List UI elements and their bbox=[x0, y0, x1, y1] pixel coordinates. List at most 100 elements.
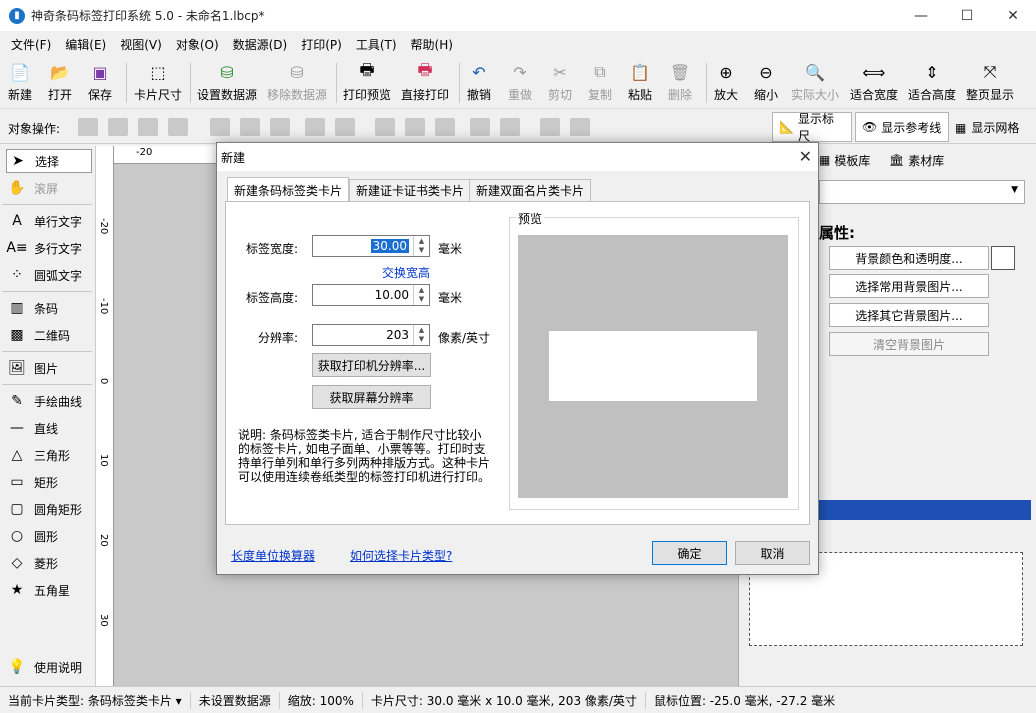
tool-image[interactable]: 🖼 图片 bbox=[6, 356, 92, 380]
tool-triangle[interactable]: △ 三角形 bbox=[6, 443, 92, 467]
tool-freehand[interactable]: ✎ 手绘曲线 bbox=[6, 389, 92, 413]
spinner-arrows-icon[interactable]: ▲ ▼ bbox=[413, 325, 429, 345]
spinner-arrows-icon[interactable]: ▲ ▼ bbox=[413, 285, 429, 305]
tab-assets[interactable]: 🏛 素材库 bbox=[889, 149, 944, 171]
fit-height-button[interactable]: ⇕ 适合高度 bbox=[908, 61, 956, 105]
show-grid-toggle[interactable]: ▦ 显示网格 bbox=[955, 119, 1019, 136]
swap-width-height-link[interactable]: 交换宽高 bbox=[382, 264, 430, 281]
align-icon[interactable] bbox=[435, 118, 455, 136]
tool-line[interactable]: — 直线 bbox=[6, 416, 92, 440]
layer-icon[interactable] bbox=[108, 118, 128, 136]
layer-icon[interactable] bbox=[168, 118, 188, 136]
fit-height-icon: ⇕ bbox=[925, 62, 939, 82]
menu-object[interactable]: 对象(O) bbox=[169, 36, 226, 53]
menu-edit[interactable]: 编辑(E) bbox=[58, 36, 113, 53]
tab-certificate[interactable]: 新建证卡证书类卡片 bbox=[349, 179, 472, 201]
tab-template[interactable]: ▦ 模板库 bbox=[819, 149, 870, 171]
new-button[interactable]: 📄 新建 bbox=[8, 61, 32, 105]
menu-tools[interactable]: 工具(T) bbox=[349, 36, 404, 53]
width-input[interactable]: 30.00 ▲ ▼ bbox=[312, 235, 430, 257]
tool-round-rect[interactable]: ▢ 圆角矩形 bbox=[6, 497, 92, 521]
card-type-status[interactable]: 当前卡片类型: 条码标签类卡片 ▾ bbox=[0, 691, 191, 709]
tab-barcode-label[interactable]: 新建条码标签类卡片 bbox=[227, 177, 350, 202]
menu-datasource[interactable]: 数据源(D) bbox=[226, 36, 295, 53]
tool-arc-text[interactable]: ⁘ 圆弧文字 bbox=[6, 263, 92, 287]
close-icon[interactable]: ✕ bbox=[799, 147, 812, 166]
dpi-input[interactable]: 203 ▲ ▼ bbox=[312, 324, 430, 346]
fit-page-button[interactable]: ⤧ 整页显示 bbox=[966, 61, 1014, 105]
how-to-choose-link[interactable]: 如何选择卡片类型? bbox=[350, 547, 452, 564]
star-icon: ★ bbox=[10, 582, 24, 598]
get-printer-dpi-button[interactable]: 获取打印机分辨率... bbox=[312, 353, 431, 377]
menu-help[interactable]: 帮助(H) bbox=[404, 36, 460, 53]
bg-color-button[interactable]: 背景颜色和透明度... bbox=[829, 246, 989, 270]
align-icon[interactable] bbox=[470, 118, 490, 136]
align-icon[interactable] bbox=[335, 118, 355, 136]
minimize-button[interactable]: — bbox=[898, 0, 944, 31]
bg-common-image-button[interactable]: 选择常用背景图片... bbox=[829, 274, 989, 298]
distribute-icon[interactable] bbox=[540, 118, 560, 136]
remove-datasource-button[interactable]: ⛁ 移除数据源 bbox=[267, 61, 327, 105]
actual-size-button[interactable]: 🔍 实际大小 bbox=[791, 61, 839, 105]
height-input[interactable]: 10.00 ▲ ▼ bbox=[312, 284, 430, 306]
tool-qrcode[interactable]: ▩ 二维码 bbox=[6, 323, 92, 347]
align-icon[interactable] bbox=[305, 118, 325, 136]
print-preview-button[interactable]: 🖶 打印预览 bbox=[343, 60, 391, 105]
fit-width-button[interactable]: ⟺ 适合宽度 bbox=[850, 61, 898, 105]
tool-rect[interactable]: ▭ 矩形 bbox=[6, 470, 92, 494]
maximize-button[interactable]: ☐ bbox=[944, 0, 990, 31]
menu-file[interactable]: 文件(F) bbox=[4, 36, 58, 53]
close-button[interactable]: ✕ bbox=[990, 0, 1036, 31]
redo-button[interactable]: ↷ 重做 bbox=[508, 61, 532, 105]
ok-button[interactable]: 确定 bbox=[652, 541, 727, 565]
menu-print[interactable]: 打印(P) bbox=[294, 36, 349, 53]
bg-other-image-button[interactable]: 选择其它背景图片... bbox=[829, 303, 989, 327]
tool-single-text[interactable]: A 单行文字 bbox=[6, 209, 92, 233]
align-icon[interactable] bbox=[270, 118, 290, 136]
trash-icon: 🗑 bbox=[669, 62, 691, 82]
tool-help[interactable]: 💡 使用说明 bbox=[6, 655, 92, 679]
card-size-button[interactable]: ⬚ 卡片尺寸 bbox=[134, 61, 182, 105]
eye-icon: 👁 bbox=[862, 120, 878, 134]
get-screen-dpi-button[interactable]: 获取屏幕分辨率 bbox=[312, 385, 431, 409]
show-ruler-toggle[interactable]: 📐 显示标尺 bbox=[772, 112, 852, 143]
menu-view[interactable]: 视图(V) bbox=[113, 36, 169, 53]
tool-diamond[interactable]: ◇ 菱形 bbox=[6, 551, 92, 575]
align-icon[interactable] bbox=[405, 118, 425, 136]
tool-multi-text[interactable]: A≡ 多行文字 bbox=[6, 236, 92, 260]
preview-label: 预览 bbox=[516, 210, 545, 227]
tool-select[interactable]: ➤ 选择 bbox=[6, 149, 92, 173]
open-button[interactable]: 📂 打开 bbox=[48, 61, 72, 105]
set-datasource-button[interactable]: ⛁ 设置数据源 bbox=[197, 61, 257, 105]
dpi-unit: 像素/英寸 bbox=[438, 331, 491, 345]
unit-converter-link[interactable]: 长度单位换算器 bbox=[231, 547, 315, 564]
tool-star[interactable]: ★ 五角星 bbox=[6, 578, 92, 602]
copy-button[interactable]: ⧉ 复制 bbox=[588, 61, 612, 105]
clear-bg-image-button[interactable]: 清空背景图片 bbox=[829, 332, 989, 356]
tool-pan[interactable]: ✋ 滚屏 bbox=[6, 176, 92, 200]
cut-button[interactable]: ✂ 剪切 bbox=[548, 61, 572, 105]
distribute-icon[interactable] bbox=[570, 118, 590, 136]
align-icon[interactable] bbox=[500, 118, 520, 136]
align-icon[interactable] bbox=[240, 118, 260, 136]
save-button[interactable]: ▣ 保存 bbox=[88, 61, 112, 105]
paste-button[interactable]: 📋 粘贴 bbox=[628, 61, 652, 105]
bg-color-swatch[interactable] bbox=[991, 246, 1015, 270]
zoom-out-button[interactable]: ⊖ 缩小 bbox=[754, 61, 778, 105]
object-dropdown[interactable]: ▼ bbox=[819, 180, 1025, 204]
layer-icon[interactable] bbox=[138, 118, 158, 136]
align-icon[interactable] bbox=[210, 118, 230, 136]
spinner-arrows-icon[interactable]: ▲ ▼ bbox=[413, 236, 429, 256]
align-icon[interactable] bbox=[375, 118, 395, 136]
tab-business-card[interactable]: 新建双面名片类卡片 bbox=[469, 179, 592, 201]
status-bar: 当前卡片类型: 条码标签类卡片 ▾ 未设置数据源 缩放: 100% 卡片尺寸: … bbox=[0, 686, 1036, 713]
direct-print-button[interactable]: 🖶 直接打印 bbox=[401, 60, 449, 105]
cancel-button[interactable]: 取消 bbox=[735, 541, 810, 565]
layer-icon[interactable] bbox=[78, 118, 98, 136]
undo-button[interactable]: ↶ 撤销 bbox=[467, 61, 491, 105]
zoom-in-button[interactable]: ⊕ 放大 bbox=[714, 61, 738, 105]
tool-circle[interactable]: ○ 圆形 bbox=[6, 524, 92, 548]
delete-button[interactable]: 🗑 删除 bbox=[668, 61, 692, 105]
show-guides-toggle[interactable]: 👁 显示参考线 bbox=[855, 112, 949, 142]
tool-barcode[interactable]: ▥ 条码 bbox=[6, 296, 92, 320]
